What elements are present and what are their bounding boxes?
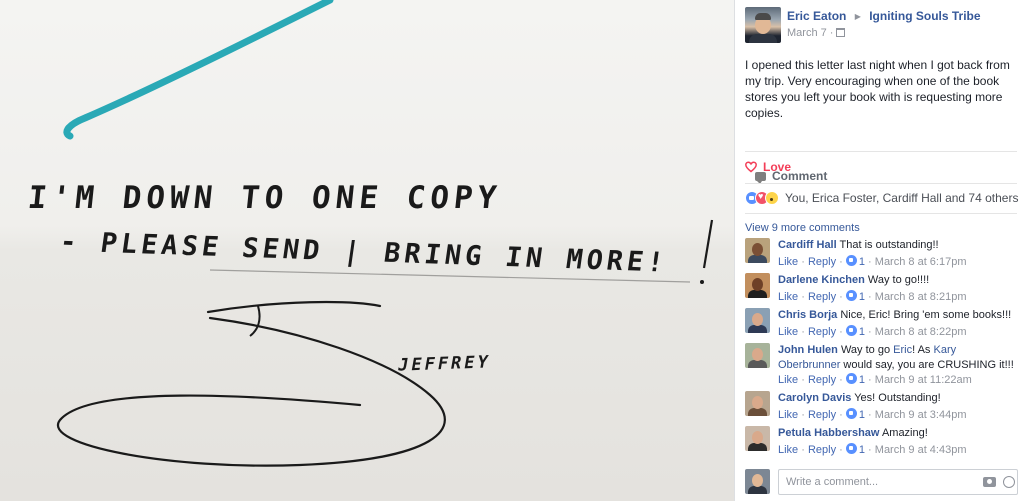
comment-body: Carolyn Davis Yes! Outstanding! [778,391,1018,406]
comment-item: Petula Habbershaw Amazing! Like · Reply … [745,426,1020,458]
comment-item: John Hulen Way to go Eric! As Kary Oberb… [745,343,1020,387]
comment-reply-link[interactable]: Reply [808,374,836,386]
comment-text: ! As [912,344,934,356]
like-badge-icon [845,290,857,301]
divider [745,213,1017,214]
like-badge-icon [845,443,857,454]
comment-reply-link[interactable]: Reply [808,409,836,421]
comment-meta: Like · Reply · 1 · March 8 at 8:21pm [778,290,967,303]
commenter-avatar[interactable] [745,308,770,333]
comment-time[interactable]: March 9 at 4:43pm [875,444,967,456]
comment-reply-link[interactable]: Reply [808,291,836,303]
comment-like-link[interactable]: Like [778,374,798,386]
comment-like-link[interactable]: Like [778,444,798,456]
comment-like-count[interactable]: 1 [859,444,865,456]
post-panel: Eric Eaton ▶ Igniting Souls Tribe March … [734,0,1024,501]
comment-meta: Like · Reply · 1 · March 8 at 8:22pm [778,325,967,338]
comment-item: Chris Borja Nice, Eric! Bring 'em some b… [745,308,1020,340]
like-badge-icon [845,408,857,419]
commenter-name-link[interactable]: Darlene Kinchen [778,274,865,286]
author-avatar[interactable] [745,7,781,43]
reactions-text: You, Erica Foster, Cardiff Hall and 74 o… [785,191,1019,205]
comment-like-link[interactable]: Like [778,409,798,421]
comment-text: Way to go!!!! [867,274,930,286]
like-badge-icon [845,325,857,336]
comment-time[interactable]: March 8 at 6:17pm [875,256,967,268]
comment-meta: Like · Reply · 1 · March 8 at 6:17pm [778,255,967,268]
comment-body: Darlene Kinchen Way to go!!!! [778,273,1018,288]
signature: JEFFREY [396,352,493,376]
comment-time[interactable]: March 8 at 8:21pm [875,291,967,303]
comment-body: Chris Borja Nice, Eric! Bring 'em some b… [778,308,1018,323]
commenter-name-link[interactable]: Petula Habbershaw [778,427,879,439]
comment-like-count[interactable]: 1 [859,256,865,268]
view-more-comments-link[interactable]: View 9 more comments [745,222,860,234]
post-date[interactable]: March 7 [787,27,827,39]
commenter-name-link[interactable]: Chris Borja [778,309,837,321]
post-actions: Love Comment [745,160,1015,184]
comment-reply-link[interactable]: Reply [808,326,836,338]
comment-meta: Like · Reply · 1 · March 9 at 4:43pm [778,443,967,456]
comment-time[interactable]: March 9 at 11:22am [875,374,972,386]
commenter-avatar[interactable] [745,273,770,298]
comment-text: Amazing! [881,427,928,439]
calendar-icon [836,28,846,37]
comment-reply-link[interactable]: Reply [808,256,836,268]
comment-icon [755,171,766,184]
divider [745,151,1017,152]
comment-button[interactable]: Comment [755,160,1024,192]
post-photo[interactable]: I'M DOWN TO ONE COPY - PLEASE SEND | BRI… [0,0,734,501]
emoji-icon[interactable] [1003,476,1015,488]
comment-meta: Like · Reply · 1 · March 9 at 3:44pm [778,408,967,421]
comment-text: would say, you are CRUSHING it!!! [840,359,1014,371]
comment-label: Comment [772,169,828,183]
comment-like-count[interactable]: 1 [859,326,865,338]
group-name-link[interactable]: Igniting Souls Tribe [869,9,980,23]
post-meta: March 7 · [787,27,846,39]
comment-text: Nice, Eric! Bring 'em some books!!! [840,309,1012,321]
comment-body: Petula Habbershaw Amazing! [778,426,1018,441]
reactions-summary[interactable]: You, Erica Foster, Cardiff Hall and 74 o… [745,190,1018,206]
commenter-avatar[interactable] [745,426,770,451]
comment-time[interactable]: March 8 at 8:22pm [875,326,967,338]
post-text: I opened this letter last night when I g… [745,58,1010,120]
comment-body: Cardiff Hall That is outstanding!! [778,238,1018,253]
comment-like-count[interactable]: 1 [859,291,865,303]
arrow-right-icon: ▶ [854,12,861,21]
commenter-name-link[interactable]: Carolyn Davis [778,392,851,404]
comment-text: That is outstanding!! [839,239,939,251]
author-name-link[interactable]: Eric Eaton [787,9,846,23]
comment-item: Carolyn Davis Yes! Outstanding! Like · R… [745,391,1020,423]
commenter-name-link[interactable]: Cardiff Hall [778,239,837,251]
comment-like-link[interactable]: Like [778,326,798,338]
comment-item: Darlene Kinchen Way to go!!!! Like · Rep… [745,273,1020,305]
comment-body: John Hulen Way to go Eric! As Kary Oberb… [778,343,1018,373]
like-badge-icon [845,255,857,266]
comment-text: Way to go [840,344,894,356]
handwriting-line-1: I'M DOWN TO ONE COPY [26,180,504,216]
commenter-avatar[interactable] [745,343,770,368]
comment-item: Cardiff Hall That is outstanding!! Like … [745,238,1020,270]
like-badge-icon [845,373,857,384]
comment-like-link[interactable]: Like [778,291,798,303]
comment-like-count[interactable]: 1 [859,409,865,421]
divider [745,183,1017,184]
comment-reply-link[interactable]: Reply [808,444,836,456]
wow-reaction-icon [765,191,779,205]
commenter-avatar[interactable] [745,391,770,416]
comment-like-count[interactable]: 1 [859,374,865,386]
comment-input[interactable]: Write a comment... [778,469,1018,495]
commenter-avatar[interactable] [745,238,770,263]
comment-meta: Like · Reply · 1 · March 9 at 11:22am [778,373,972,386]
comment-time[interactable]: March 9 at 3:44pm [875,409,967,421]
commenter-name-link[interactable]: John Hulen [778,344,838,356]
current-user-avatar[interactable] [745,469,770,494]
mention-link[interactable]: Eric [893,344,912,356]
comment-like-link[interactable]: Like [778,256,798,268]
comment-composer: Write a comment... [745,467,1020,495]
camera-icon[interactable] [983,477,996,487]
post-header-line: Eric Eaton ▶ Igniting Souls Tribe [787,9,981,23]
post-header: Eric Eaton ▶ Igniting Souls Tribe March … [745,7,1020,45]
comment-text: Yes! Outstanding! [854,392,941,404]
